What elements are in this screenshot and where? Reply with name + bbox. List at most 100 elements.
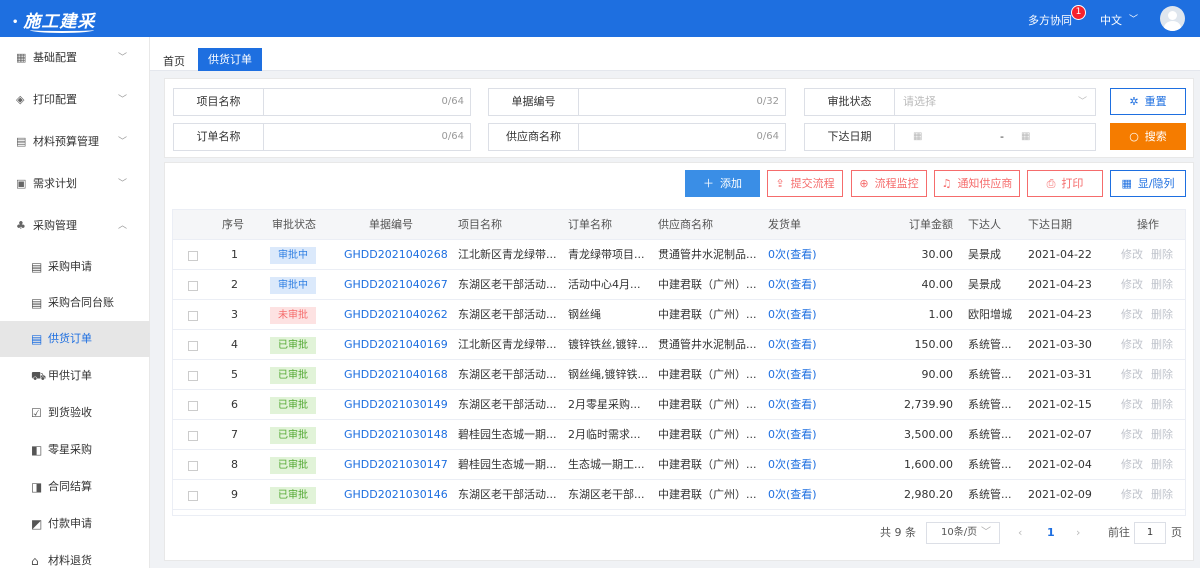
delete-button[interactable]: 删除 bbox=[1151, 330, 1173, 360]
next-page-button[interactable]: › bbox=[1076, 525, 1080, 541]
goto-page-input[interactable]: 1 bbox=[1134, 522, 1166, 544]
add-button[interactable]: ＋ 添加 bbox=[685, 170, 760, 197]
cart-icon: ⛟ bbox=[31, 369, 47, 383]
table-row[interactable]: 2 审批中 GHDD2021040267 东湖区老干部活动... 活动中心4月... 中建… bbox=[173, 270, 1185, 300]
sidebar-sub-contract-ledger[interactable]: ▤ 采购合同台账 bbox=[0, 285, 150, 321]
sidebar-sub-purchase-request[interactable]: ▤ 采购申请 bbox=[0, 249, 150, 285]
sidebar-sub-supply-order[interactable]: ▤ 供货订单 bbox=[0, 321, 150, 357]
edit-button[interactable]: 修改 bbox=[1121, 240, 1143, 270]
table-row[interactable]: 8 已审批 GHDD2021030147 碧桂园生态城一期... 生态城一期工... 中建… bbox=[173, 450, 1185, 480]
delete-button[interactable]: 删除 bbox=[1151, 270, 1173, 300]
row-checkbox[interactable] bbox=[188, 341, 198, 351]
shipping-view-link[interactable]: 0次(查看) bbox=[768, 420, 817, 450]
project-name-field[interactable]: 项目名称 0/64 bbox=[173, 88, 471, 116]
table-row[interactable]: 4 已审批 GHDD2021040169 江北新区青龙绿带... 镀锌铁丝,镀锌... 贯… bbox=[173, 330, 1185, 360]
notification-badge: 1 bbox=[1071, 5, 1086, 20]
table-row[interactable]: 1 审批中 GHDD2021040268 江北新区青龙绿带... 青龙绿带项目... 贯通… bbox=[173, 240, 1185, 270]
button-label: 添加 bbox=[720, 177, 742, 190]
chevron-down-icon[interactable]: ﹀ bbox=[1129, 12, 1138, 25]
table-row[interactable]: 7 已审批 GHDD2021030148 碧桂园生态城一期... 2月临时需求... 中建… bbox=[173, 420, 1185, 450]
page-size-select[interactable]: 10条/页 ﹀ bbox=[926, 522, 1000, 544]
edit-button[interactable]: 修改 bbox=[1121, 270, 1143, 300]
sidebar-item-demand-plan[interactable]: ▣ 需求计划 ﹀ bbox=[0, 166, 150, 202]
shipping-view-link[interactable]: 0次(查看) bbox=[768, 480, 817, 510]
shipping-view-link[interactable]: 0次(查看) bbox=[768, 360, 817, 390]
row-checkbox[interactable] bbox=[188, 401, 198, 411]
row-checkbox[interactable] bbox=[188, 461, 198, 471]
row-checkbox[interactable] bbox=[188, 311, 198, 321]
row-checkbox[interactable] bbox=[188, 281, 198, 291]
row-checkbox[interactable] bbox=[188, 491, 198, 501]
sidebar-sub-sporadic-purchase[interactable]: ◧ 零星采购 bbox=[0, 432, 150, 468]
shipping-view-link[interactable]: 0次(查看) bbox=[768, 300, 817, 330]
print-button[interactable]: ⎙ 打印 bbox=[1027, 170, 1103, 197]
doc-no-link[interactable]: GHDD2021030146 bbox=[344, 480, 448, 510]
shipping-view-link[interactable]: 0次(查看) bbox=[768, 330, 817, 360]
sidebar-sub-payment-request[interactable]: ◩ 付款申请 bbox=[0, 506, 150, 542]
sidebar-item-procurement[interactable]: ♣ 采购管理 ︿ bbox=[0, 208, 150, 244]
sidebar-item-basic-config[interactable]: ▦ 基础配置 ﹀ bbox=[0, 40, 150, 76]
edit-button[interactable]: 修改 bbox=[1121, 300, 1143, 330]
edit-button[interactable]: 修改 bbox=[1121, 450, 1143, 480]
flow-monitor-button[interactable]: ⊕ 流程监控 bbox=[851, 170, 927, 197]
show-hide-columns-button[interactable]: ▦ 显/隐列 bbox=[1110, 170, 1186, 197]
edit-button[interactable]: 修改 bbox=[1121, 420, 1143, 450]
shipping-view-link[interactable]: 0次(查看) bbox=[768, 390, 817, 420]
doc-no-field[interactable]: 单据编号 0/32 bbox=[488, 88, 786, 116]
tab-supply-order[interactable]: 供货订单 bbox=[198, 48, 262, 71]
issue-date-range[interactable]: 下达日期 ▦ - ▦ bbox=[804, 123, 1096, 151]
doc-no-link[interactable]: GHDD2021040169 bbox=[344, 330, 448, 360]
shipping-view-link[interactable]: 0次(查看) bbox=[768, 270, 817, 300]
doc-no-link[interactable]: GHDD2021040268 bbox=[344, 240, 448, 270]
delete-button[interactable]: 删除 bbox=[1151, 420, 1173, 450]
delete-button[interactable]: 删除 bbox=[1151, 360, 1173, 390]
page-1-button[interactable]: 1 bbox=[1047, 525, 1055, 541]
doc-no-link[interactable]: GHDD2021030147 bbox=[344, 450, 448, 480]
row-checkbox[interactable] bbox=[188, 251, 198, 261]
col-header-issuer: 下达人 bbox=[968, 218, 1001, 231]
table-row[interactable]: 3 未审批 GHDD2021040262 东湖区老干部活动... 钢丝绳 中建君联（广州）… bbox=[173, 300, 1185, 330]
doc-no-link[interactable]: GHDD2021040262 bbox=[344, 300, 448, 330]
edit-button[interactable]: 修改 bbox=[1121, 330, 1143, 360]
submit-flow-button[interactable]: ⇪ 提交流程 bbox=[767, 170, 843, 197]
supplier-name-field[interactable]: 供应商名称 0/64 bbox=[488, 123, 786, 151]
delete-button[interactable]: 删除 bbox=[1151, 300, 1173, 330]
sidebar-sub-arrival-check[interactable]: ☑ 到货验收 bbox=[0, 395, 150, 431]
delete-button[interactable]: 删除 bbox=[1151, 390, 1173, 420]
multi-collab-link[interactable]: 多方协同 bbox=[1028, 12, 1072, 28]
sidebar-sub-contract-settlement[interactable]: ◨ 合同结算 bbox=[0, 469, 150, 505]
doc-no-link[interactable]: GHDD2021030149 bbox=[344, 390, 448, 420]
row-checkbox[interactable] bbox=[188, 371, 198, 381]
char-counter: 0/64 bbox=[756, 131, 779, 142]
order-name-field[interactable]: 订单名称 0/64 bbox=[173, 123, 471, 151]
shipping-view-link[interactable]: 0次(查看) bbox=[768, 450, 817, 480]
sidebar-sub-material-return[interactable]: ⌂ 材料退货 bbox=[0, 543, 150, 568]
row-checkbox[interactable] bbox=[188, 431, 198, 441]
edit-button[interactable]: 修改 bbox=[1121, 360, 1143, 390]
delete-button[interactable]: 删除 bbox=[1151, 240, 1173, 270]
delete-button[interactable]: 删除 bbox=[1151, 480, 1173, 510]
supplier-name: 中建君联（广州）... bbox=[658, 278, 757, 291]
user-avatar[interactable] bbox=[1160, 6, 1185, 31]
app-logo[interactable]: • 施工建采 bbox=[12, 7, 95, 33]
sidebar-item-print-config[interactable]: ◈ 打印配置 ﹀ bbox=[0, 82, 150, 118]
shipping-view-link[interactable]: 0次(查看) bbox=[768, 240, 817, 270]
doc-no-link[interactable]: GHDD2021040267 bbox=[344, 270, 448, 300]
doc-no-link[interactable]: GHDD2021030148 bbox=[344, 420, 448, 450]
delete-button[interactable]: 删除 bbox=[1151, 450, 1173, 480]
edit-button[interactable]: 修改 bbox=[1121, 390, 1143, 420]
reset-button[interactable]: ✲ 重置 bbox=[1110, 88, 1186, 115]
tab-home[interactable]: 首页 bbox=[163, 53, 185, 69]
sidebar-sub-owner-supply-order[interactable]: ⛟ 甲供订单 bbox=[0, 358, 150, 394]
doc-no-link[interactable]: GHDD2021040168 bbox=[344, 360, 448, 390]
edit-button[interactable]: 修改 bbox=[1121, 480, 1143, 510]
notify-supplier-button[interactable]: ♫ 通知供应商 bbox=[934, 170, 1020, 197]
table-row[interactable]: 6 已审批 GHDD2021030149 东湖区老干部活动... 2月零星采购... 中建… bbox=[173, 390, 1185, 420]
table-row[interactable]: 9 已审批 GHDD2021030146 东湖区老干部活动... 东湖区老干部... 中建… bbox=[173, 480, 1185, 510]
prev-page-button[interactable]: ‹ bbox=[1018, 525, 1022, 541]
language-select[interactable]: 中文 bbox=[1100, 12, 1122, 28]
table-row[interactable]: 5 已审批 GHDD2021040168 东湖区老干部活动... 钢丝绳,镀锌铁... 中… bbox=[173, 360, 1185, 390]
approval-status-select[interactable]: 审批状态 请选择 ﹀ bbox=[804, 88, 1096, 116]
sidebar-item-budget[interactable]: ▤ 材料预算管理 ﹀ bbox=[0, 124, 150, 160]
search-button[interactable]: ○ 搜索 bbox=[1110, 123, 1186, 150]
